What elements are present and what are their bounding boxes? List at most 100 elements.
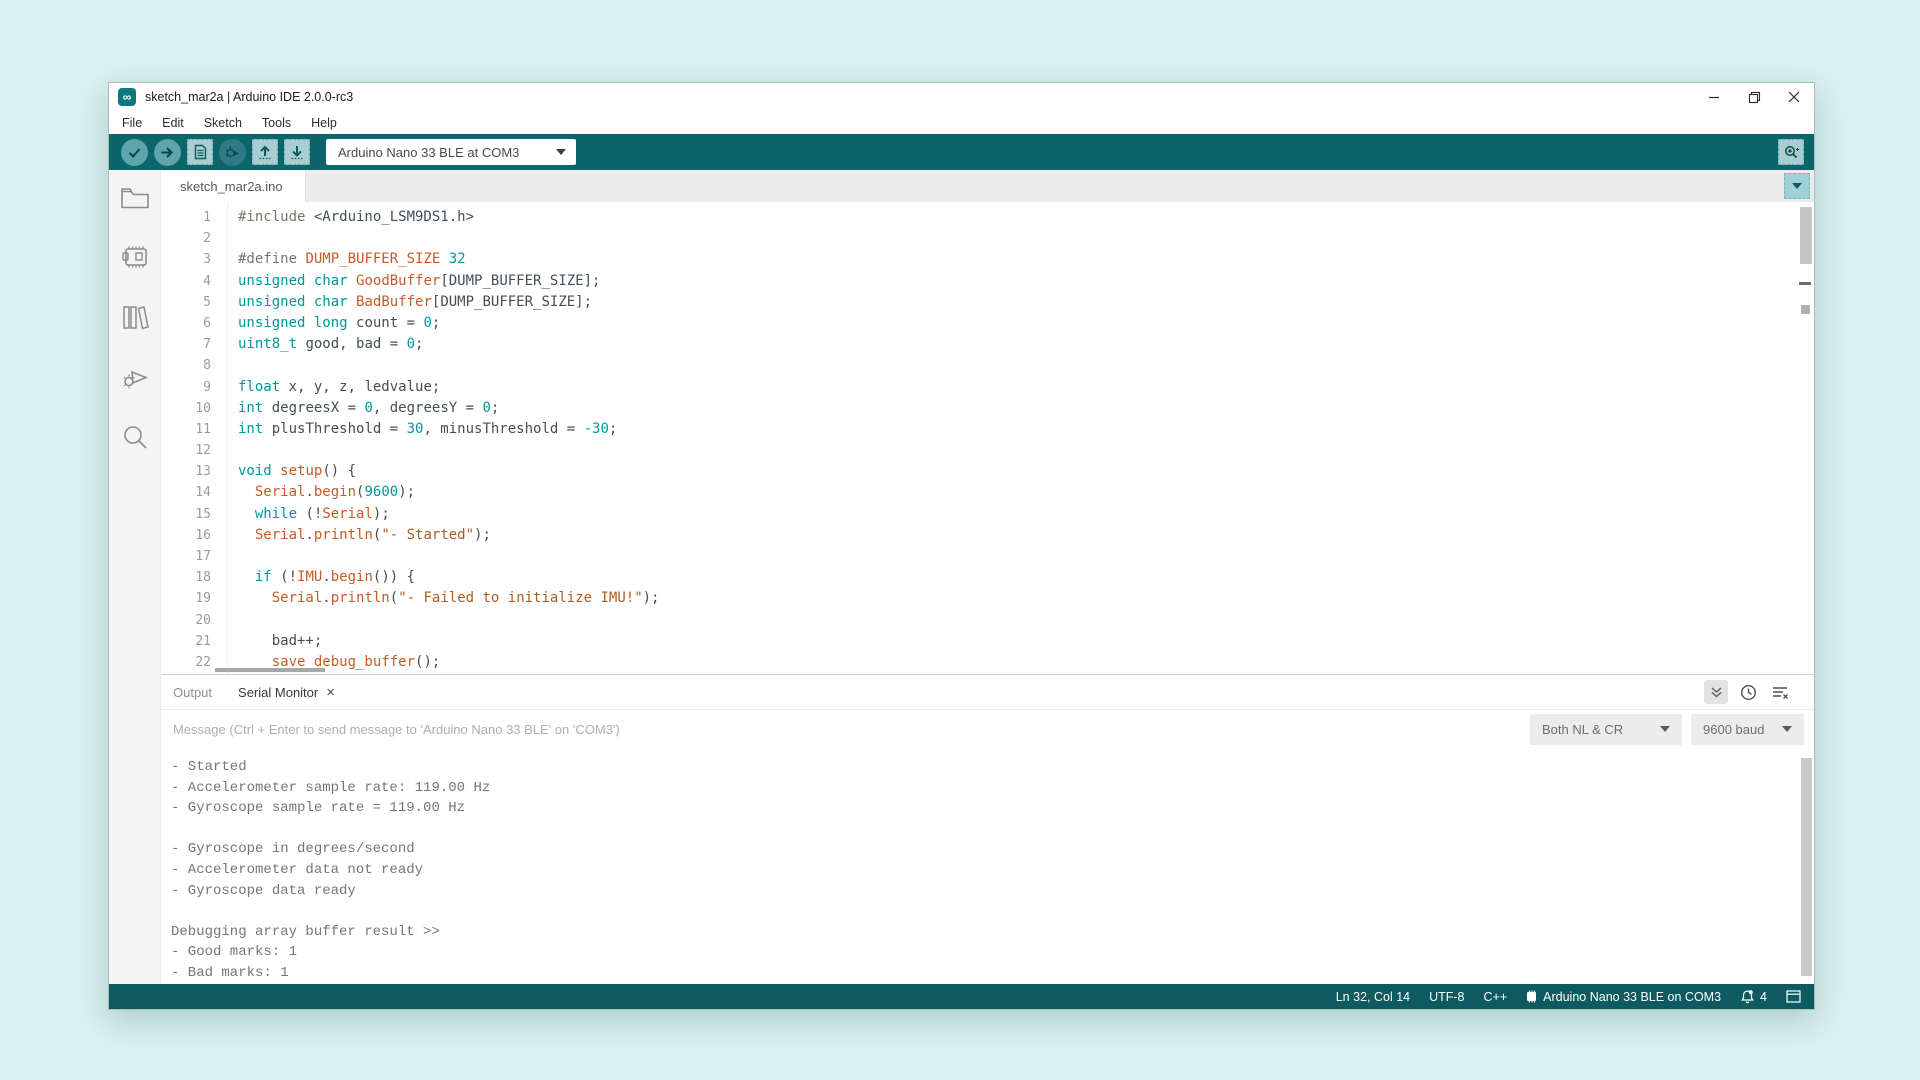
code-line[interactable]: float x, y, z, ledvalue; <box>238 377 1814 398</box>
menu-tools[interactable]: Tools <box>252 116 301 130</box>
sketch-upload-button[interactable] <box>252 139 278 165</box>
code-token: (! <box>297 506 322 522</box>
serial-scrollbar[interactable] <box>1801 758 1812 976</box>
code-line[interactable] <box>238 440 1814 461</box>
code-line[interactable] <box>238 355 1814 376</box>
new-sketch-button[interactable] <box>187 139 213 165</box>
sidebar-item-debugger[interactable] <box>120 364 150 396</box>
serial-message-input[interactable] <box>171 721 1521 738</box>
code-line[interactable]: while (!Serial); <box>238 504 1814 525</box>
code-token: degreesX = <box>263 400 364 416</box>
sidebar-item-library-manager[interactable] <box>121 304 149 336</box>
code-line[interactable]: Serial.println("- Failed to initialize I… <box>238 588 1814 609</box>
toolbar: Arduino Nano 33 BLE at COM3 <box>109 134 1814 170</box>
check-icon <box>127 145 142 160</box>
editor-vertical-scrollbar[interactable] <box>1800 207 1812 264</box>
code-token <box>440 251 448 267</box>
maximize-button[interactable] <box>1734 83 1774 111</box>
sidebar-item-search[interactable] <box>121 424 149 457</box>
code-token: IMU <box>297 569 322 585</box>
tab-serial-monitor[interactable]: Serial Monitor × <box>222 685 335 700</box>
code-line[interactable]: #define DUMP_BUFFER_SIZE 32 <box>238 249 1814 270</box>
sidebar-item-boards-manager[interactable] <box>120 244 150 276</box>
code-line[interactable]: unsigned char GoodBuffer[DUMP_BUFFER_SIZ… <box>238 271 1814 292</box>
bottom-panel: Output Serial Monitor × <box>161 674 1814 984</box>
overview-ruler-mark <box>1801 305 1810 314</box>
down-arrow-icon <box>290 145 304 160</box>
debug-play-icon <box>120 364 150 391</box>
code-token: [DUMP_BUFFER_SIZE]; <box>440 273 600 289</box>
code-editor[interactable]: 12345678910111213141516171819202122 #inc… <box>161 202 1814 674</box>
menu-help[interactable]: Help <box>301 116 347 130</box>
line-number: 5 <box>161 292 227 313</box>
code-line[interactable]: unsigned long count = 0; <box>238 313 1814 334</box>
editor-horizontal-scrollbar[interactable] <box>215 668 325 672</box>
timestamp-toggle-button[interactable] <box>1736 680 1760 704</box>
panel-layout-icon <box>1786 990 1801 1003</box>
menu-edit[interactable]: Edit <box>152 116 194 130</box>
code-line[interactable]: save_debug_buffer(); <box>238 652 1814 673</box>
sketch-download-button[interactable] <box>284 139 310 165</box>
code-token: plusThreshold = <box>263 421 406 437</box>
tab-list-dropdown-button[interactable] <box>1784 173 1810 199</box>
minimize-button[interactable] <box>1694 83 1734 111</box>
debug-button[interactable] <box>219 139 246 166</box>
code-line[interactable] <box>238 228 1814 249</box>
upload-button[interactable] <box>154 139 181 166</box>
code-line[interactable] <box>238 610 1814 631</box>
code-line[interactable]: bad++; <box>238 631 1814 652</box>
arduino-logo-icon: ∞ <box>118 88 136 106</box>
menu-sketch[interactable]: Sketch <box>194 116 252 130</box>
code-line[interactable]: if (!IMU.begin()) { <box>238 567 1814 588</box>
collapse-panel-button[interactable] <box>1704 680 1728 704</box>
code-line[interactable]: int degreesX = 0, degreesY = 0; <box>238 398 1814 419</box>
menu-file[interactable]: File <box>112 116 152 130</box>
serial-line <box>171 819 1814 840</box>
serial-line: - Good marks: 1 <box>171 942 1814 963</box>
window-title: sketch_mar2a | Arduino IDE 2.0.0-rc3 <box>145 90 353 104</box>
chip-icon <box>1526 990 1538 1003</box>
line-number: 8 <box>161 355 227 376</box>
chevron-down-icon <box>1782 726 1792 732</box>
close-tab-icon[interactable]: × <box>326 685 335 700</box>
notifications-button[interactable]: 4 <box>1740 989 1767 1004</box>
code-token: (); <box>415 654 440 670</box>
close-icon <box>1788 91 1800 103</box>
code-token: int <box>238 421 263 437</box>
minimize-icon <box>1708 91 1720 103</box>
tab-sketch-ino[interactable]: sketch_mar2a.ino <box>161 170 306 202</box>
serial-plotter-button[interactable] <box>1778 139 1804 165</box>
code-token <box>238 527 255 543</box>
board-selector-dropdown[interactable]: Arduino Nano 33 BLE at COM3 <box>326 139 576 165</box>
clear-output-button[interactable] <box>1768 680 1792 704</box>
code-token: ()) { <box>373 569 415 585</box>
code-token: Serial <box>272 590 323 606</box>
language-mode[interactable]: C++ <box>1484 990 1508 1004</box>
content-area: sketch_mar2a.ino 12345678910111213141516… <box>109 170 1814 984</box>
line-number: 13 <box>161 461 227 482</box>
code-line[interactable]: unsigned char BadBuffer[DUMP_BUFFER_SIZE… <box>238 292 1814 313</box>
document-icon <box>193 144 208 160</box>
code-token: ; <box>415 336 423 352</box>
tab-output[interactable]: Output <box>173 685 222 700</box>
sidebar-item-sketchbook[interactable] <box>120 186 150 216</box>
code-line[interactable]: #include <Arduino_LSM9DS1.h> <box>238 207 1814 228</box>
magnifier-plus-icon <box>1783 144 1800 160</box>
code-line[interactable]: int plusThreshold = 30, minusThreshold =… <box>238 419 1814 440</box>
board-status[interactable]: Arduino Nano 33 BLE on COM3 <box>1526 990 1721 1004</box>
baud-rate-dropdown[interactable]: 9600 baud <box>1691 714 1804 745</box>
encoding-indicator[interactable]: UTF-8 <box>1429 990 1464 1004</box>
code-line[interactable]: Serial.println("- Started"); <box>238 525 1814 546</box>
code-line[interactable] <box>238 546 1814 567</box>
code-line[interactable]: uint8_t good, bad = 0; <box>238 334 1814 355</box>
toggle-panel-button[interactable] <box>1786 990 1801 1003</box>
code-line[interactable]: Serial.begin(9600); <box>238 482 1814 503</box>
close-button[interactable] <box>1774 83 1814 111</box>
cursor-position[interactable]: Ln 32, Col 14 <box>1336 990 1410 1004</box>
line-number: 14 <box>161 482 227 503</box>
verify-button[interactable] <box>121 139 148 166</box>
restore-icon <box>1748 91 1761 104</box>
code-line[interactable]: void setup() { <box>238 461 1814 482</box>
library-books-icon <box>121 304 149 331</box>
line-ending-dropdown[interactable]: Both NL & CR <box>1530 714 1682 745</box>
